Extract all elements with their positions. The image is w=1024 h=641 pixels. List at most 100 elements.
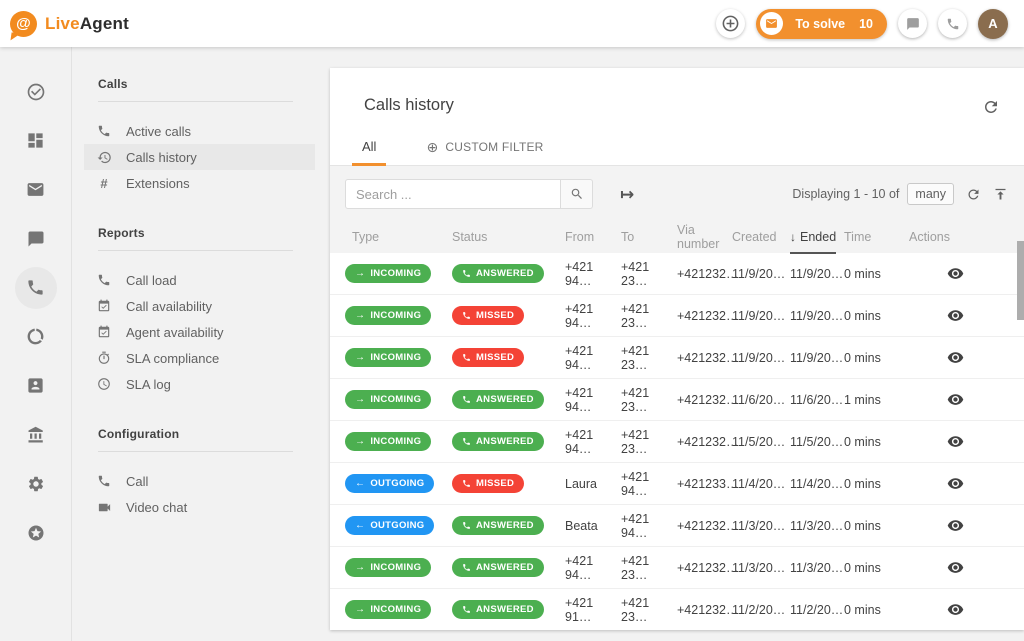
phone-icon	[26, 278, 45, 297]
history-icon	[97, 150, 112, 165]
total-count-chip[interactable]: many	[907, 183, 954, 205]
call-direction-badge: →INCOMING	[345, 264, 431, 283]
menu-item-calls-history[interactable]: Calls history	[84, 144, 315, 170]
eye-icon	[947, 349, 964, 366]
table-row[interactable]: →INCOMING ANSWERED +421 94… +421 23… +42…	[330, 421, 1024, 463]
phone-icon	[462, 605, 471, 614]
rail-item-chat[interactable]	[0, 214, 71, 263]
rail-item-reports[interactable]	[0, 312, 71, 361]
plus-circle-icon	[721, 14, 740, 33]
table-row[interactable]: →INCOMING ANSWERED +421 94… +421 23… +42…	[330, 547, 1024, 589]
tab-all[interactable]: All	[352, 139, 386, 166]
phone-icon	[462, 437, 471, 446]
direction-arrow-icon: →	[355, 605, 365, 615]
rail-item-tickets[interactable]	[0, 67, 71, 116]
phone-icon	[97, 124, 111, 138]
user-avatar[interactable]: A	[978, 9, 1008, 39]
call-direction-badge: →INCOMING	[345, 390, 431, 409]
via-number-cell: +421233…	[677, 477, 732, 491]
view-call-button[interactable]	[947, 265, 964, 282]
eye-icon	[947, 517, 964, 534]
view-call-button[interactable]	[947, 601, 964, 618]
col-ended-sorted[interactable]: ↓Ended	[790, 230, 836, 254]
table-row[interactable]: →INCOMING MISSED +421 94… +421 23… +4212…	[330, 295, 1024, 337]
menu-item-active-calls[interactable]: Active calls	[84, 118, 315, 144]
menu-item-extensions[interactable]: # Extensions	[84, 170, 315, 196]
schedule-icon	[97, 377, 111, 391]
to-cell: +421 23…	[621, 260, 677, 288]
rail-item-settings[interactable]	[0, 459, 71, 508]
refresh-button[interactable]	[982, 98, 1000, 116]
eye-icon	[947, 391, 964, 408]
time-cell: 0 mins	[844, 519, 909, 533]
menu-section-reports: Reports Call load Call availability Agen…	[98, 226, 293, 397]
table-row[interactable]: →INCOMING ANSWERED +421 94… +421 23… +42…	[330, 379, 1024, 421]
table-row[interactable]: →INCOMING MISSED +421 94… +421 23… +4212…	[330, 337, 1024, 379]
search-button[interactable]	[561, 179, 593, 209]
col-via-number[interactable]: Via number	[677, 223, 732, 251]
chat-icon	[27, 230, 45, 248]
rail-item-company[interactable]	[0, 410, 71, 459]
menu-item-sla-log[interactable]: SLA log	[84, 371, 315, 397]
chats-button[interactable]	[898, 9, 927, 38]
menu-item-agent-availability[interactable]: Agent availability	[84, 319, 315, 345]
vertical-scrollbar[interactable]	[1017, 241, 1024, 320]
view-call-button[interactable]	[947, 349, 964, 366]
divider	[98, 250, 293, 251]
add-new-button[interactable]	[716, 9, 745, 38]
call-direction-badge: →INCOMING	[345, 600, 431, 619]
rail-item-stars[interactable]	[0, 508, 71, 557]
table-row[interactable]: ←OUTGOING ANSWERED Beata +421 94… +42123…	[330, 505, 1024, 547]
col-created[interactable]: Created	[732, 230, 790, 244]
col-from[interactable]: From	[565, 230, 621, 244]
view-call-button[interactable]	[947, 391, 964, 408]
to-cell: +421 23…	[621, 554, 677, 582]
view-call-button[interactable]	[947, 433, 964, 450]
call-status-badge: ANSWERED	[452, 600, 544, 619]
to-solve-button[interactable]: To solve 10	[756, 9, 887, 39]
menu-item-video-chat[interactable]: Video chat	[84, 494, 315, 520]
stars-icon	[27, 524, 45, 542]
icon-rail	[0, 47, 72, 641]
rail-item-contacts[interactable]	[0, 361, 71, 410]
data-usage-icon	[26, 327, 45, 346]
col-status[interactable]: Status	[452, 230, 565, 244]
tab-custom-filter[interactable]: ⊕ CUSTOM FILTER	[416, 140, 553, 165]
liveagent-logo[interactable]: @ LiveAgent	[10, 11, 129, 37]
forward-filter-icon[interactable]: ↦	[620, 186, 634, 203]
table-row[interactable]: →INCOMING ANSWERED +421 94… +421 23… +42…	[330, 253, 1024, 295]
menu-item-call-availability[interactable]: Call availability	[84, 293, 315, 319]
scroll-to-top-button[interactable]	[993, 187, 1008, 202]
direction-arrow-icon: →	[355, 353, 365, 363]
ended-cell: 11/3/20…	[790, 519, 844, 533]
table-row[interactable]: →INCOMING ANSWERED +421 91… +421 23… +42…	[330, 589, 1024, 630]
check-circle-icon	[26, 82, 46, 102]
eye-icon	[947, 475, 964, 492]
sort-desc-icon: ↓	[790, 230, 796, 244]
menu-item-sla-compliance[interactable]: SLA compliance	[84, 345, 315, 371]
menu-item-call-config[interactable]: Call	[84, 468, 315, 494]
direction-arrow-icon: →	[355, 311, 365, 321]
reload-list-button[interactable]	[966, 187, 981, 202]
phone-icon	[946, 17, 960, 31]
calls-button[interactable]	[938, 9, 967, 38]
created-cell: 11/2/20…	[732, 603, 790, 617]
col-to[interactable]: To	[621, 230, 677, 244]
col-type[interactable]: Type	[345, 230, 452, 244]
menu-item-call-load[interactable]: Call load	[84, 267, 315, 293]
rail-item-calls[interactable]	[0, 263, 71, 312]
to-cell: +421 23…	[621, 302, 677, 330]
view-call-button[interactable]	[947, 559, 964, 576]
table-row[interactable]: ←OUTGOING MISSED Laura +421 94… +421233……	[330, 463, 1024, 505]
search-input[interactable]	[345, 179, 561, 209]
created-cell: 11/9/20…	[732, 309, 790, 323]
eye-icon	[947, 307, 964, 324]
col-time[interactable]: Time	[844, 230, 909, 244]
view-call-button[interactable]	[947, 307, 964, 324]
view-call-button[interactable]	[947, 475, 964, 492]
view-call-button[interactable]	[947, 517, 964, 534]
rail-item-mail[interactable]	[0, 165, 71, 214]
rail-item-dashboard[interactable]	[0, 116, 71, 165]
call-direction-badge: ←OUTGOING	[345, 474, 434, 493]
call-load-icon	[97, 273, 111, 287]
